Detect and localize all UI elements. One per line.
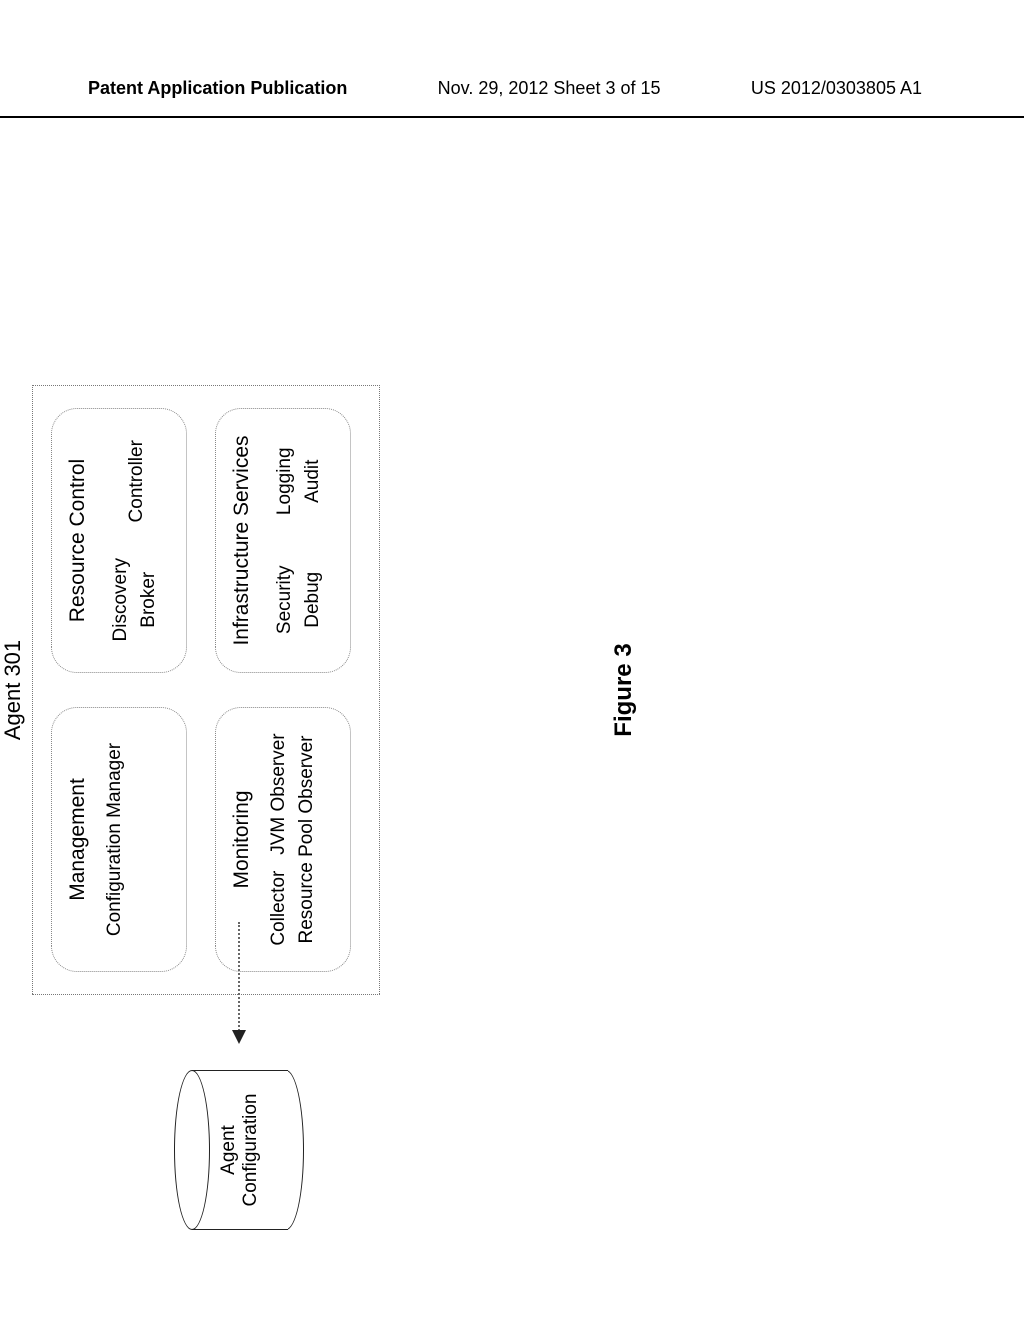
monitoring-title: Monitoring	[230, 726, 254, 953]
infra-title: Infrastructure Services	[230, 427, 254, 654]
monitoring-collector: Collector	[268, 871, 289, 946]
resource-broker: Broker	[138, 546, 160, 655]
cylinder-top-ellipse	[174, 1070, 210, 1230]
group-management: Management Configuration Manager	[51, 707, 187, 972]
infra-security: Security	[274, 546, 296, 655]
figure-caption: Figure 3	[610, 280, 638, 1100]
management-item: Configuration Manager	[104, 726, 126, 953]
arrow-line	[238, 922, 240, 1042]
agent-box: Management Configuration Manager Resourc…	[32, 385, 380, 995]
group-infrastructure-services: Infrastructure Services Security Debug L…	[215, 408, 351, 673]
arrow-head-icon	[232, 1030, 246, 1044]
cylinder-label-line1: Agent	[218, 1125, 240, 1175]
arrow-to-cylinder	[238, 922, 240, 1042]
monitoring-jvm-observer: JVM Observer	[268, 733, 289, 854]
group-resource-control: Resource Control Discovery Broker Contro…	[51, 408, 187, 673]
header-date-sheet: Nov. 29, 2012 Sheet 3 of 15	[347, 78, 750, 99]
resource-title: Resource Control	[66, 427, 90, 654]
figure-rotated: Agent 301 Management Configuration Manag…	[0, 280, 700, 1100]
figure-area: Agent 301 Management Configuration Manag…	[60, 170, 960, 990]
monitoring-row1: Collector JVM Observer	[268, 726, 290, 953]
resource-controller: Controller	[126, 427, 148, 536]
page-header: Patent Application Publication Nov. 29, …	[0, 78, 1024, 118]
infra-debug: Debug	[302, 546, 324, 655]
infra-logging: Logging	[274, 427, 296, 536]
agent-label: Agent 301	[0, 280, 26, 1100]
header-publication-type: Patent Application Publication	[88, 78, 347, 99]
monitoring-resource-pool-observer: Resource Pool Observer	[296, 726, 318, 953]
group-monitoring: Monitoring Collector JVM Observer Resour…	[215, 707, 351, 972]
resource-discovery: Discovery	[110, 546, 132, 655]
agent-configuration-cylinder: Agent Configuration	[174, 1070, 304, 1230]
infra-audit: Audit	[302, 427, 324, 536]
header-pub-number: US 2012/0303805 A1	[751, 78, 922, 99]
management-title: Management	[66, 726, 90, 953]
cylinder-label-line2: Configuration	[240, 1093, 262, 1206]
